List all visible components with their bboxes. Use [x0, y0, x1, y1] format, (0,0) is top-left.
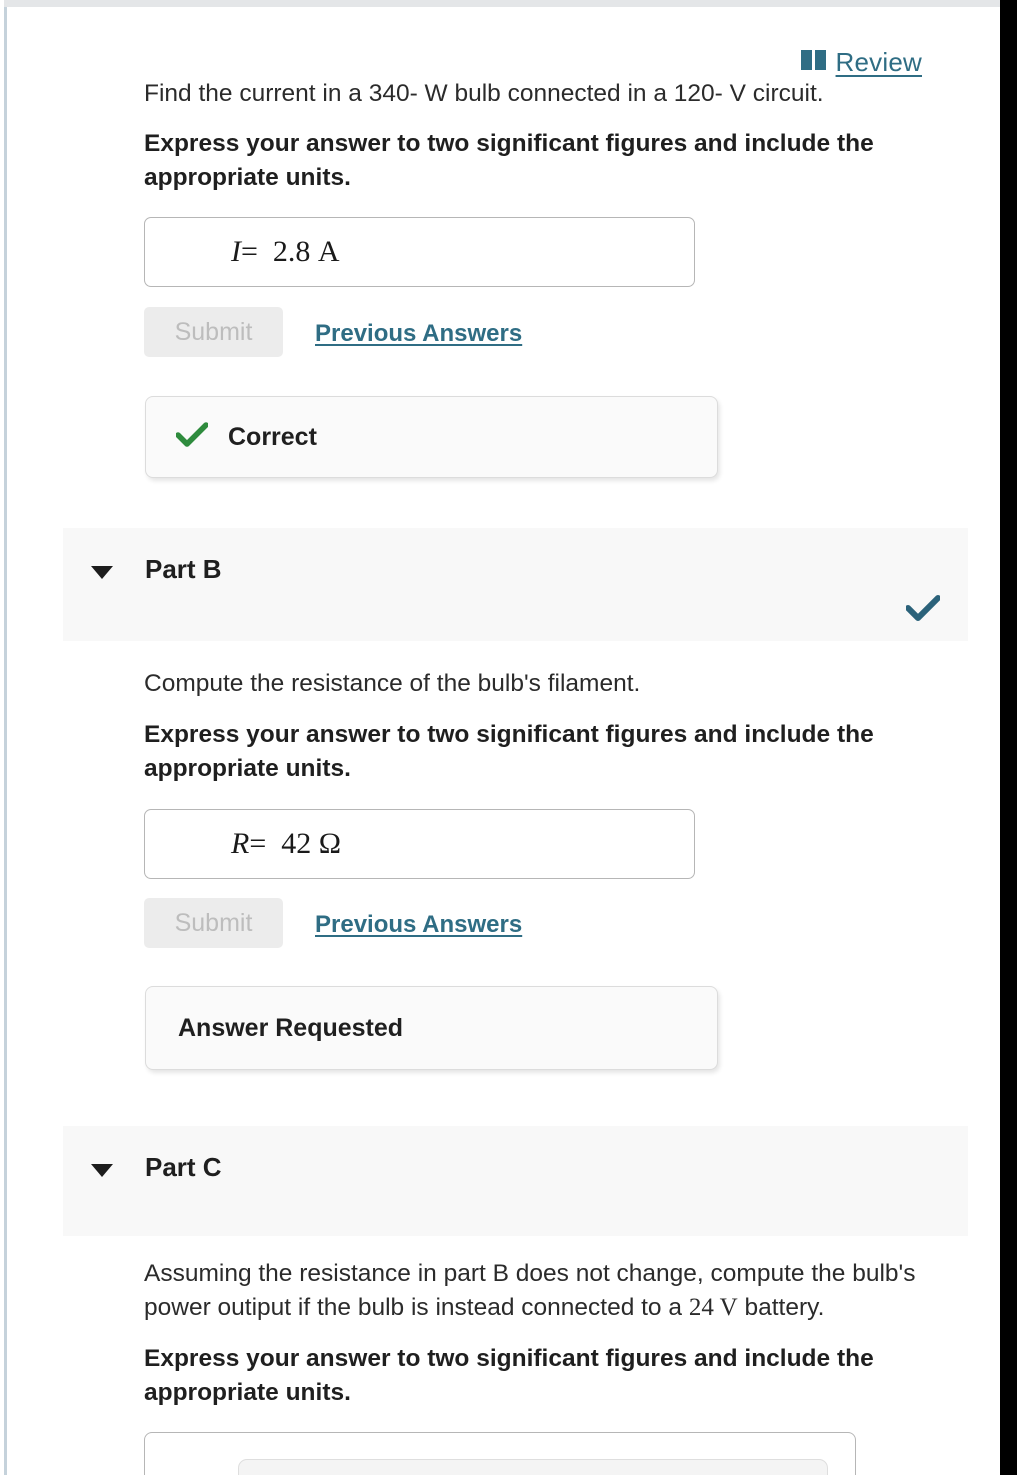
- part-c-math-toolbar: □■ ▫: [238, 1459, 828, 1475]
- part-c-header[interactable]: Part C: [63, 1126, 968, 1236]
- part-b-previous-answers-link[interactable]: Previous Answers: [315, 911, 522, 939]
- part-b-title: Part B: [145, 554, 222, 584]
- assignment-content: Review Find the current in a 340- W bulb…: [7, 7, 1000, 1475]
- part-a-feedback-label: Correct: [228, 422, 317, 451]
- part-a-submit-button[interactable]: Submit: [144, 307, 283, 357]
- review-link-row[interactable]: Review: [800, 47, 922, 78]
- part-b-answer-value: 42: [281, 827, 312, 860]
- part-b-answer-equals: =: [249, 827, 267, 860]
- chevron-down-icon-part-b[interactable]: [91, 566, 113, 579]
- part-a-answer-unit: A: [317, 235, 340, 268]
- part-c-instruction: Express your answer to two significant f…: [144, 1345, 874, 1406]
- part-b-instruction: Express your answer to two significant f…: [144, 721, 874, 782]
- part-c-question-line2-pre: power outiput if the bulb is instead con…: [144, 1293, 682, 1321]
- part-a-question: Find the current in a 340- W bulb connec…: [144, 82, 824, 102]
- part-c-question: Assuming the resistance in part B does n…: [144, 1257, 969, 1325]
- page-root: Review Find the current in a 340- W bulb…: [0, 0, 1017, 1475]
- part-c-question-math: 24 V: [688, 1293, 738, 1321]
- part-b-submit-button[interactable]: Submit: [144, 898, 283, 948]
- top-divider: [4, 0, 1000, 7]
- part-b-feedback-answer-requested: Answer Requested: [145, 986, 718, 1070]
- book-icon: [800, 50, 827, 75]
- part-c-answer-input[interactable]: □■ ▫: [144, 1432, 856, 1475]
- part-b-answer-unit: Ω: [318, 827, 342, 860]
- part-c-question-line1: Assuming the resistance in part B does n…: [144, 1260, 916, 1287]
- teal-check-icon-part-b: [905, 595, 941, 627]
- part-a-feedback-correct: Correct: [145, 396, 718, 478]
- part-a-previous-answers-link[interactable]: Previous Answers: [315, 320, 522, 348]
- part-b-answer-input[interactable]: R= 42 Ω: [144, 809, 695, 879]
- chevron-down-icon-part-c[interactable]: [91, 1164, 113, 1177]
- part-b-header[interactable]: Part B: [63, 528, 968, 641]
- part-a-instruction: Express your answer to two significant f…: [144, 130, 874, 191]
- part-b-answer-variable: R: [231, 827, 250, 860]
- part-b-feedback-label: Answer Requested: [178, 1013, 404, 1042]
- part-a-answer-variable: I: [231, 235, 241, 268]
- green-check-icon: [175, 421, 209, 453]
- right-edge-gutter: [1000, 0, 1017, 1475]
- part-a-answer-expression: I= 2.8 A: [171, 201, 340, 303]
- review-link-label[interactable]: Review: [836, 47, 922, 78]
- part-b-question: Compute the resistance of the bulb's fil…: [144, 670, 641, 697]
- part-c-title: Part C: [145, 1152, 222, 1182]
- part-b-answer-expression: R= 42 Ω: [171, 793, 341, 895]
- part-a-answer-input[interactable]: I= 2.8 A: [144, 217, 695, 287]
- part-a-answer-equals: =: [241, 235, 258, 268]
- part-c-question-line2-post: battery.: [744, 1293, 825, 1321]
- part-a-answer-value: 2.8: [272, 235, 311, 268]
